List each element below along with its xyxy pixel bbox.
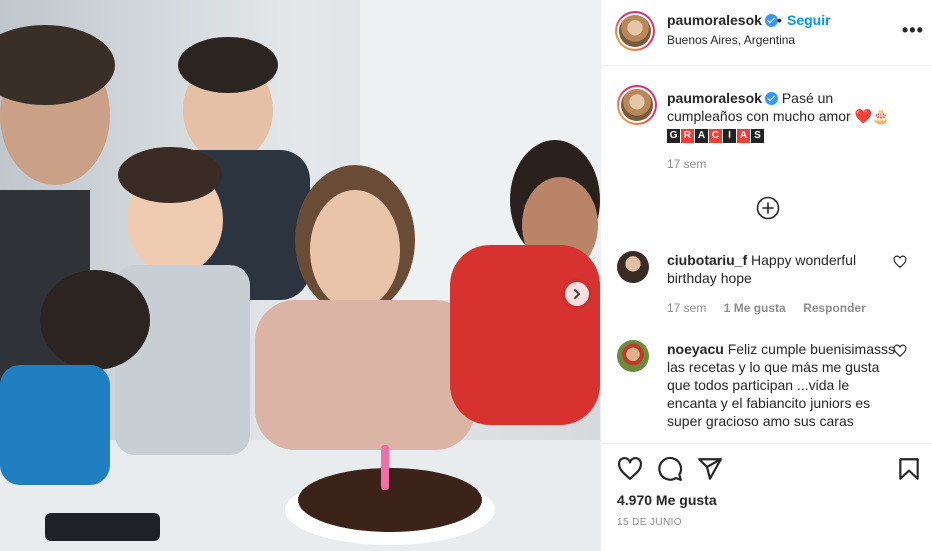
- commenter-avatar[interactable]: [617, 340, 649, 372]
- author-avatar[interactable]: [615, 11, 655, 51]
- comment-username[interactable]: noeyacu: [667, 341, 724, 357]
- separator-dot: •: [777, 12, 782, 28]
- letter-tile: G: [667, 129, 680, 144]
- caption-time[interactable]: 17 sem: [667, 157, 706, 171]
- caption-emojis: ❤️🎂: [854, 108, 890, 124]
- post-image: [0, 0, 600, 551]
- comment-icon[interactable]: [657, 456, 683, 482]
- letter-tile: C: [709, 129, 722, 144]
- caption-username[interactable]: paumoralesok: [667, 90, 762, 106]
- likes-count[interactable]: 4.970 Me gusta: [617, 492, 717, 508]
- letter-tile: A: [695, 129, 708, 144]
- verified-badge-icon: [764, 14, 778, 27]
- post-header: paumoralesok • Seguir Buenos Aires, Arge…: [601, 0, 932, 66]
- letter-tile: R: [681, 129, 694, 144]
- comment-username[interactable]: ciubotariu_f: [667, 252, 747, 268]
- plus-circle-icon[interactable]: [756, 196, 780, 220]
- heart-icon[interactable]: [893, 255, 907, 269]
- reply-button[interactable]: Responder: [803, 301, 866, 315]
- caption-text-block: paumoralesok Pasé un cumpleaños con much…: [667, 89, 897, 144]
- post-date[interactable]: 15 DE JUNIO: [617, 517, 682, 528]
- location-link[interactable]: Buenos Aires, Argentina: [667, 33, 795, 47]
- chevron-right-icon: [574, 289, 581, 299]
- heart-icon[interactable]: [617, 456, 643, 482]
- follow-button[interactable]: Seguir: [787, 12, 831, 28]
- letter-tile: S: [751, 129, 764, 144]
- letter-tile: A: [737, 129, 750, 144]
- post-side-panel: paumoralesok • Seguir Buenos Aires, Arge…: [600, 0, 932, 551]
- heart-icon[interactable]: [893, 344, 907, 358]
- comment-likes[interactable]: 1 Me gusta: [724, 301, 786, 315]
- bookmark-icon[interactable]: [896, 456, 922, 482]
- caption-meta: 17 sem: [667, 157, 720, 171]
- gracias-letters: G R A C I A S: [667, 129, 764, 144]
- comment-meta: 17 sem 1 Me gusta Responder: [667, 301, 880, 315]
- comment-text-block: noeyacu Feliz cumple buenisimasss las re…: [667, 340, 897, 430]
- comment-time[interactable]: 17 sem: [667, 301, 706, 315]
- post-photo[interactable]: [0, 0, 600, 551]
- caption-avatar[interactable]: [617, 85, 657, 125]
- letter-tile: I: [723, 129, 736, 144]
- verified-badge-icon: [764, 92, 778, 105]
- author-username[interactable]: paumoralesok: [667, 12, 778, 28]
- comments-section[interactable]: paumoralesok Pasé un cumpleaños con much…: [601, 67, 932, 443]
- carousel-next-button[interactable]: [565, 282, 589, 306]
- author-username-text: paumoralesok: [667, 12, 762, 28]
- more-options-icon[interactable]: •••: [902, 21, 924, 39]
- share-icon[interactable]: [697, 456, 723, 482]
- comment-text-block: ciubotariu_f Happy wonderful birthday ho…: [667, 251, 897, 287]
- commenter-avatar[interactable]: [617, 251, 649, 283]
- post-actions-footer: 4.970 Me gusta 15 DE JUNIO: [601, 443, 932, 551]
